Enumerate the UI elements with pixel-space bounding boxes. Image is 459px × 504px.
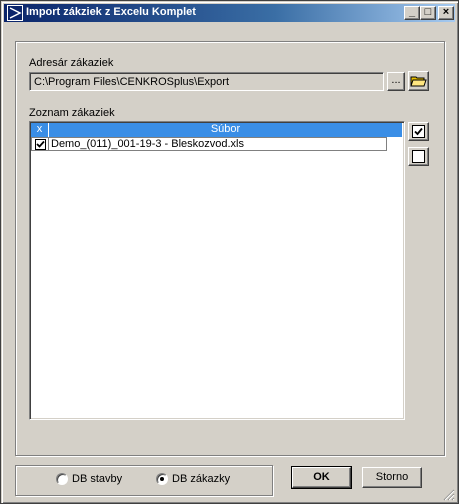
table-row[interactable]: Demo_(011)_001-19-3 - Bleskozvod.xls [48,137,387,151]
folder-icon [410,76,427,87]
ok-label: OK [313,471,330,483]
uncheck-all-button[interactable] [408,147,429,166]
dialog-window: Import zákziek z Excelu Komplet _ □ × Ad… [0,0,459,504]
folder-label: Adresár zákaziek [29,57,114,69]
radio-db-zakazky[interactable] [156,473,168,485]
browse-label: ... [391,74,401,86]
column-header-file[interactable]: Súbor [49,123,403,137]
checked-box-icon [412,125,425,138]
radio-selected-dot [160,477,164,481]
empty-box-icon [412,150,425,163]
column-header-check-label: x [36,123,43,135]
resize-grip-icon[interactable] [443,489,455,501]
file-list[interactable]: x Súbor Demo_(011)_001-19-3 - Bleskozvod… [29,121,405,420]
window-title: Import zákziek z Excelu Komplet [26,6,196,18]
row-checkbox[interactable] [35,139,46,150]
browse-button[interactable]: ... [387,72,405,91]
radio-db-stavby-label[interactable]: DB stavby [72,473,122,485]
title-bar[interactable]: Import zákziek z Excelu Komplet _ □ × [4,4,455,22]
open-folder-button[interactable] [408,71,429,91]
db-option-groupbox [15,465,273,496]
maximize-button[interactable]: □ [420,6,436,20]
cancel-label: Storno [375,471,409,483]
radio-db-stavby[interactable] [56,473,68,485]
row-check-cell[interactable] [31,137,49,151]
folder-path-field[interactable]: C:\Program Files\CENKROSplus\Export [29,72,384,91]
list-label: Zoznam zákaziek [29,107,115,119]
column-header-check[interactable]: x [31,123,49,137]
minimize-button[interactable]: _ [404,6,420,20]
check-all-button[interactable] [408,122,429,141]
column-header-file-label: Súbor [210,123,241,135]
app-icon [7,5,23,21]
radio-db-zakazky-label[interactable]: DB zákazky [172,473,230,485]
close-button[interactable]: × [438,6,454,20]
ok-button[interactable]: OK [291,466,352,489]
folder-path-text: C:\Program Files\CENKROSplus\Export [34,76,229,88]
row-file-name: Demo_(011)_001-19-3 - Bleskozvod.xls [51,138,244,150]
cancel-button[interactable]: Storno [362,467,422,488]
checkmark-icon [36,140,45,148]
